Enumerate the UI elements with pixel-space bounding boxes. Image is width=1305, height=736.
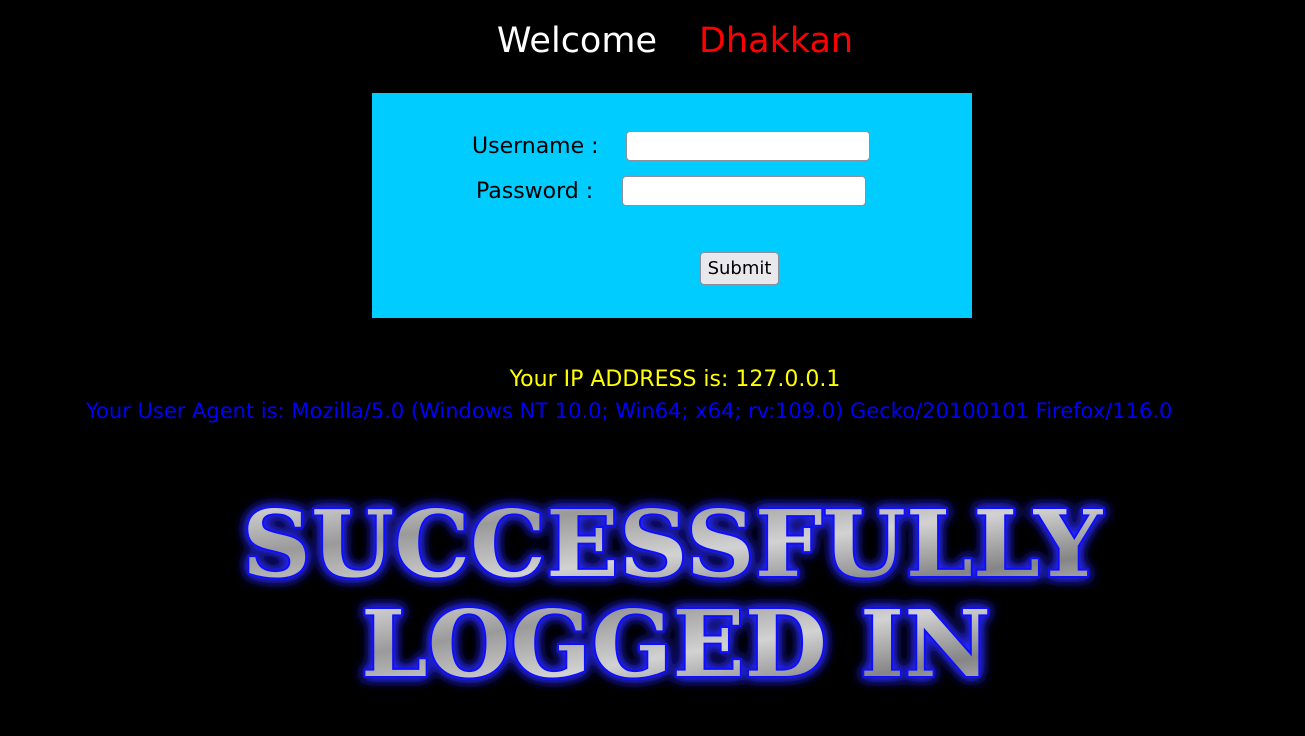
- password-input[interactable]: [622, 176, 866, 206]
- banner-line-1: SUCCESSFULLY: [242, 490, 1103, 598]
- submit-button[interactable]: Submit: [700, 252, 779, 285]
- ip-address-text: Your IP ADDRESS is: 127.0.0.1: [509, 367, 841, 392]
- success-banner-image: SUCCESSFULLY LOGGED IN: [220, 488, 1125, 698]
- username-input[interactable]: [626, 131, 870, 161]
- welcome-heading: Welcome Dhakkan: [0, 18, 1305, 64]
- username-label: Username :: [472, 134, 599, 159]
- welcome-label: Welcome: [496, 21, 657, 61]
- banner-line-2: LOGGED IN: [361, 590, 991, 698]
- password-label: Password :: [476, 179, 594, 204]
- page: Welcome Dhakkan Username : Password : Sub…: [0, 0, 1305, 736]
- user-agent-text: Your User Agent is: Mozilla/5.0 (Windows…: [86, 399, 1173, 423]
- login-form: Username : Password : Submit: [372, 93, 972, 318]
- user-name: Dhakkan: [698, 21, 854, 61]
